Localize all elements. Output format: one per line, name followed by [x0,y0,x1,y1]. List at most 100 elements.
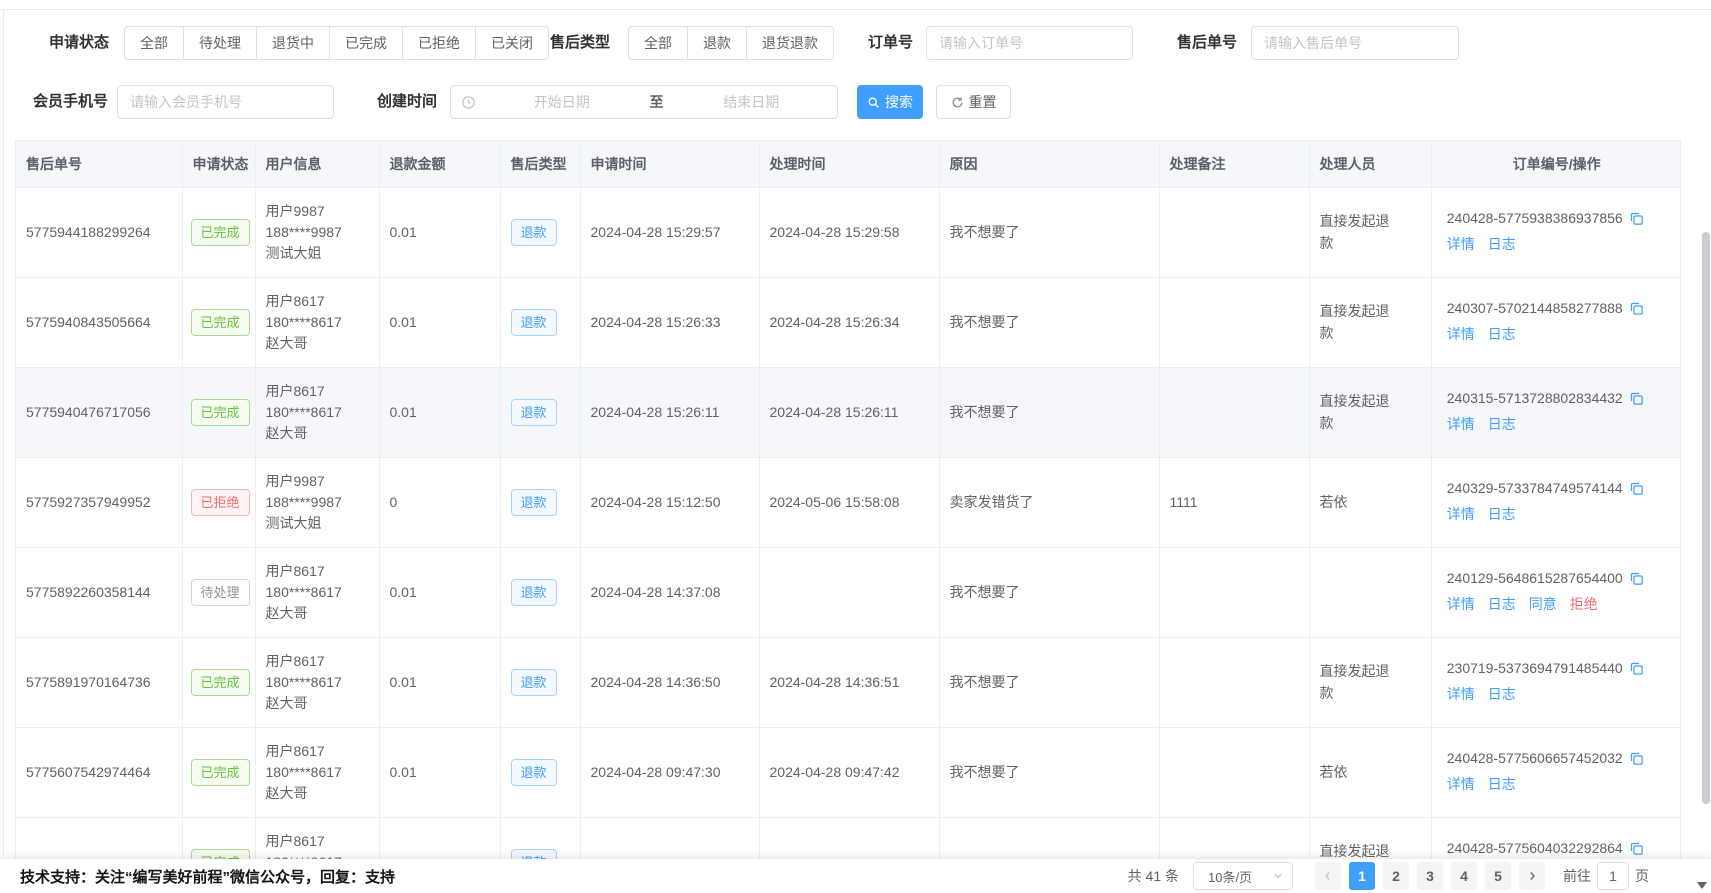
user-info-line: 188****9987 [266,222,369,243]
type-badge: 退款 [511,399,557,426]
column-header: 原因 [939,141,1159,187]
column-header: 退款金额 [379,141,500,187]
remark-cell: 1111 [1170,494,1198,510]
filter-option[interactable]: 全部 [124,26,184,60]
filter-option[interactable]: 已拒绝 [402,26,476,60]
action-link[interactable]: 详情 [1447,324,1475,344]
goto-page-input[interactable] [1597,862,1629,890]
filter-option[interactable]: 退货退款 [746,26,834,60]
user-info-line: 180****8617 [266,582,369,603]
action-link[interactable]: 日志 [1488,234,1516,254]
handler-cell: 直接发起退款 [1320,840,1402,859]
page-size-select[interactable]: 10条/页 [1193,862,1293,890]
reset-button[interactable]: 重置 [936,85,1011,119]
copy-icon[interactable] [1629,751,1644,766]
aftersale-table: 售后单号申请状态用户信息退款金额售后类型申请时间处理时间原因处理备注处理人员订单… [15,140,1681,859]
action-link[interactable]: 日志 [1488,774,1516,794]
user-info-cell: 用户9987188****9987测试大姐 [255,187,379,277]
action-link[interactable]: 日志 [1488,594,1516,614]
action-link[interactable]: 日志 [1488,414,1516,434]
filter-option[interactable]: 全部 [628,26,688,60]
aftersale-no-cell: 5775891970164736 [26,674,151,690]
column-header: 处理时间 [759,141,939,187]
page-button-5[interactable]: 5 [1485,862,1511,890]
user-info-cell: 用户8617180****8617赵大哥 [255,637,379,727]
search-button[interactable]: 搜索 [857,85,923,119]
prev-page-button[interactable] [1315,862,1341,890]
action-link[interactable]: 详情 [1447,414,1475,434]
apply-time-cell: 2024-04-28 14:37:08 [591,584,721,600]
page-button-4[interactable]: 4 [1451,862,1477,890]
action-link[interactable]: 详情 [1447,594,1475,614]
filter-option[interactable]: 已关闭 [475,26,549,60]
action-link[interactable]: 拒绝 [1570,594,1598,614]
action-link[interactable]: 详情 [1447,234,1475,254]
copy-icon[interactable] [1629,391,1644,406]
order-no-text: 240307-5702144858277888 [1447,300,1623,316]
action-link[interactable]: 详情 [1447,684,1475,704]
next-page-button[interactable] [1519,862,1545,890]
filter-option[interactable]: 退货中 [256,26,330,60]
order-no-text: 240315-5713728802834432 [1447,390,1623,406]
order-no-text: 240329-5733784749574144 [1447,480,1623,496]
reason-cell: 我不想要了 [950,404,1020,420]
type-badge: 退款 [511,669,557,696]
refund-amount-cell: 0.01 [390,224,417,240]
filter-option[interactable]: 已完成 [329,26,403,60]
column-header: 申请状态 [182,141,255,187]
page-button-1[interactable]: 1 [1349,862,1375,890]
vertical-scrollbar[interactable] [1702,232,1710,804]
apply-status-group: 全部待处理退货中已完成已拒绝已关闭 [124,26,549,60]
apply-time-cell: 2024-04-28 14:36:50 [591,674,721,690]
filter-option[interactable]: 待处理 [183,26,257,60]
type-badge: 退款 [511,579,557,606]
table-header-row: 售后单号申请状态用户信息退款金额售后类型申请时间处理时间原因处理备注处理人员订单… [16,141,1681,187]
user-info-line: 用户8617 [266,831,369,852]
status-badge: 已完成 [191,759,250,786]
order-no-text: 240428-5775604032292864 [1447,840,1623,856]
column-header: 订单编号/操作 [1431,141,1681,187]
type-badge: 退款 [511,759,557,786]
handler-cell: 直接发起退款 [1320,300,1402,344]
scroll-corner-arrow[interactable] [1697,882,1707,889]
action-link[interactable]: 日志 [1488,684,1516,704]
copy-icon[interactable] [1629,841,1644,856]
user-info-cell: 用户8617180****8617 [255,817,379,859]
aftersale-no-cell: 5775944188299264 [26,224,151,240]
copy-icon[interactable] [1629,661,1644,676]
user-info-cell: 用户8617180****8617赵大哥 [255,547,379,637]
user-info-line: 测试大姐 [266,243,369,264]
page-button-2[interactable]: 2 [1383,862,1409,890]
action-link[interactable]: 同意 [1529,594,1557,614]
action-link[interactable]: 日志 [1488,324,1516,344]
user-info-line: 赵大哥 [266,783,369,804]
refund-amount-cell: 0.01 [390,404,417,420]
aftersale-no-cell: 5775927357949952 [26,494,151,510]
start-date-input[interactable] [476,94,648,110]
reason-cell: 我不想要了 [950,584,1020,600]
action-link[interactable]: 详情 [1447,504,1475,524]
user-info-line: 180****8617 [266,312,369,333]
refund-amount-cell: 0.01 [390,674,417,690]
order-no-input[interactable] [926,26,1133,60]
page-buttons: 12345 [1345,862,1515,890]
aftersale-type-label: 售后类型 [550,26,610,60]
member-phone-input[interactable] [117,85,334,119]
create-time-range[interactable]: 至 [450,85,838,119]
user-info-line: 测试大姐 [266,513,369,534]
copy-icon[interactable] [1629,481,1644,496]
action-link[interactable]: 日志 [1488,504,1516,524]
user-info-line: 用户9987 [266,201,369,222]
end-date-input[interactable] [666,94,838,110]
copy-icon[interactable] [1629,571,1644,586]
user-info-line: 180****8617 [266,672,369,693]
clock-icon [461,95,476,110]
action-link[interactable]: 详情 [1447,774,1475,794]
user-info-line: 180****8617 [266,852,369,860]
filter-option[interactable]: 退款 [687,26,747,60]
aftersale-no-input[interactable] [1251,26,1459,60]
copy-icon[interactable] [1629,301,1644,316]
page-button-3[interactable]: 3 [1417,862,1443,890]
copy-icon[interactable] [1629,211,1644,226]
order-operations: 240428-5775938386937856 详情日志 [1447,210,1667,254]
